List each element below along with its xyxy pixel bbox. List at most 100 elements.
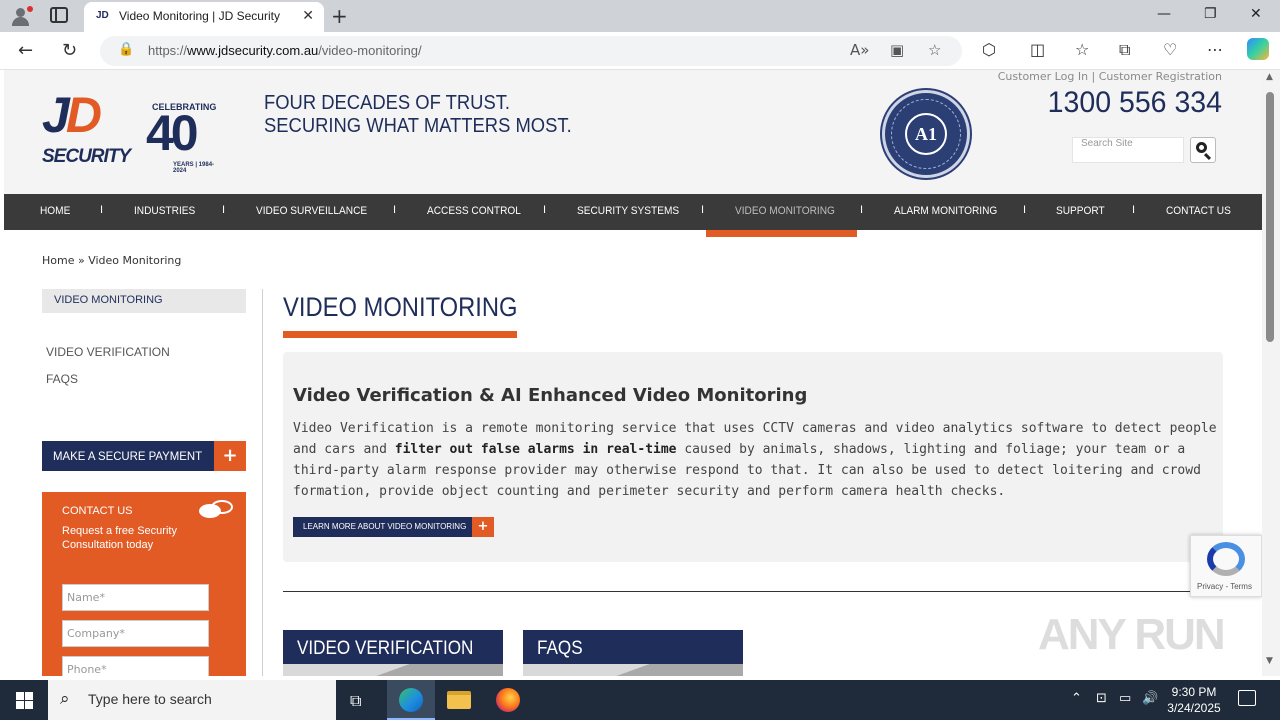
read-aloud-icon[interactable]: A»	[850, 41, 869, 59]
contact-subtitle: Request a free Security Consultation tod…	[62, 525, 177, 551]
card-title: Video Verification & AI Enhanced Video M…	[293, 385, 808, 406]
tray-volume-icon[interactable]: 🔊	[1142, 691, 1158, 706]
tagline: FOUR DECADES OF TRUST. SECURING WHAT MAT…	[264, 92, 572, 137]
browser-tab-bar: JD Video Monitoring | JD Security ✕ + — …	[0, 0, 1280, 32]
favorites-icon[interactable]: ☆	[1075, 40, 1089, 59]
nav-security-systems[interactable]: SECURITY SYSTEMS	[577, 205, 679, 217]
nav-separator: I	[701, 204, 705, 216]
contact-form: CONTACT US Request a free Security Consu…	[42, 492, 246, 676]
recaptcha-badge[interactable]: Privacy - Terms	[1190, 535, 1262, 597]
jd-security-logo[interactable]: JD CELEBRATING 40 SECURITY YEARS | 1984-…	[42, 86, 222, 174]
secure-payment-button[interactable]: MAKE A SECURE PAYMENT +	[42, 441, 246, 471]
nav-support[interactable]: SUPPORT	[1056, 205, 1105, 217]
learn-more-label: LEARN MORE ABOUT VIDEO MONITORING	[303, 522, 467, 531]
company-field[interactable]: Company*	[62, 620, 209, 647]
notifications-icon[interactable]	[1238, 690, 1256, 706]
nav-contact-us[interactable]: CONTACT US	[1166, 205, 1231, 217]
split-screen-icon[interactable]: ◫	[1030, 40, 1045, 59]
back-icon[interactable]: ←	[18, 40, 33, 61]
url-text[interactable]: https://www.jdsecurity.com.au/video-moni…	[148, 43, 422, 58]
taskbar-clock[interactable]: 9:30 PM 3/24/2025	[1158, 684, 1230, 716]
collections-icon[interactable]: ⧉	[1119, 40, 1130, 60]
nav-separator: I	[1023, 204, 1027, 216]
search-input[interactable]: Search Site	[1072, 137, 1184, 163]
task-view-button[interactable]: ⧉	[336, 680, 384, 720]
content-divider	[283, 591, 1223, 592]
immersive-reader-icon[interactable]: ▣	[890, 41, 904, 59]
customer-links[interactable]: Customer Log In | Customer Registration	[904, 70, 1222, 83]
address-toolbar: ← ↻ 🔒 https://www.jdsecurity.com.au/vide…	[0, 32, 1280, 70]
nav-separator: I	[1132, 204, 1136, 216]
nav-video-monitoring[interactable]: VIDEO MONITORING	[735, 205, 835, 217]
page-title: VIDEO MONITORING	[283, 292, 518, 322]
browser-essentials-icon[interactable]: ♡	[1163, 40, 1177, 59]
profile-icon[interactable]	[10, 6, 33, 26]
edge-icon	[399, 688, 423, 712]
nav-access-control[interactable]: ACCESS CONTROL	[427, 205, 521, 217]
nav-industries[interactable]: INDUSTRIES	[134, 205, 195, 217]
address-bar[interactable]: 🔒 https://www.jdsecurity.com.au/video-mo…	[100, 36, 962, 66]
taskbar-search[interactable]: ⌕ Type here to search	[48, 680, 336, 720]
tab-video-monitoring[interactable]: JD Video Monitoring | JD Security ✕	[84, 2, 324, 32]
sidebar-title: VIDEO MONITORING	[42, 289, 246, 313]
search-icon	[1196, 142, 1207, 153]
scroll-up-icon[interactable]: ▲	[1266, 72, 1273, 82]
tile-image	[523, 664, 743, 676]
copilot-icon[interactable]	[1247, 38, 1269, 60]
restore-icon[interactable]: ❐	[1204, 6, 1217, 22]
nav-alarm-monitoring[interactable]: ALARM MONITORING	[894, 205, 997, 217]
tab-actions-icon[interactable]	[50, 7, 68, 23]
nav-separator: I	[543, 204, 547, 216]
firefox-icon	[496, 688, 520, 712]
name-field[interactable]: Name*	[62, 584, 209, 611]
sidebar-item-faqs[interactable]: FAQS	[46, 372, 78, 386]
scroll-down-icon[interactable]: ▼	[1266, 656, 1273, 666]
nav-home[interactable]: HOME	[40, 205, 70, 217]
more-menu-icon[interactable]: ⋯	[1207, 40, 1223, 59]
extensions-icon[interactable]: ⬡	[982, 40, 996, 59]
breadcrumb[interactable]: Home » Video Monitoring	[42, 254, 181, 267]
recaptcha-icon	[1207, 542, 1245, 576]
taskbar-edge[interactable]	[387, 680, 435, 720]
tile-image	[283, 664, 503, 676]
taskbar-firefox[interactable]	[484, 680, 532, 720]
close-tab-icon[interactable]: ✕	[302, 8, 314, 24]
learn-more-button[interactable]: LEARN MORE ABOUT VIDEO MONITORING +	[293, 517, 494, 537]
secure-payment-label: MAKE A SECURE PAYMENT	[53, 449, 203, 463]
tray-network-icon[interactable]: ⊡	[1096, 691, 1107, 706]
new-tab-icon[interactable]: +	[331, 4, 348, 28]
refresh-icon[interactable]: ↻	[62, 40, 77, 61]
tile-label: FAQS	[537, 638, 583, 659]
scroll-thumb[interactable]	[1266, 92, 1274, 342]
nav-separator: I	[222, 204, 226, 216]
page-scrollbar[interactable]: ▲ ▼	[1262, 70, 1280, 676]
search-button[interactable]	[1190, 137, 1216, 163]
favorite-star-icon[interactable]: ☆	[928, 41, 941, 59]
recaptcha-terms[interactable]: Privacy - Terms	[1197, 582, 1252, 591]
tray-wifi-icon[interactable]: ▭	[1119, 691, 1131, 706]
lock-icon[interactable]: 🔒	[118, 42, 134, 57]
minimize-icon[interactable]: —	[1157, 6, 1171, 22]
phone-number[interactable]: 1300 556 334	[996, 86, 1222, 120]
nav-separator: I	[100, 204, 104, 216]
nav-separator: I	[393, 204, 397, 216]
search-icon: ⌕	[60, 689, 70, 709]
nav-video-surveillance[interactable]: VIDEO SURVEILLANCE	[256, 205, 367, 217]
plus-icon: +	[214, 441, 246, 471]
tile-faqs[interactable]: FAQS	[523, 630, 743, 664]
main-nav: HOME I INDUSTRIES I VIDEO SURVEILLANCE I…	[4, 194, 1262, 230]
tile-video-verification[interactable]: VIDEO VERIFICATION	[283, 630, 503, 664]
a1-certified-badge: A1	[882, 90, 970, 178]
phone-field[interactable]: Phone*	[62, 656, 209, 676]
tray-chevron-icon[interactable]: ⌃	[1071, 691, 1082, 706]
contact-title: CONTACT US	[62, 505, 133, 517]
windows-start-icon[interactable]	[16, 692, 33, 709]
tile-label: VIDEO VERIFICATION	[297, 638, 474, 659]
taskbar-file-explorer[interactable]	[435, 680, 483, 720]
anyrun-watermark: ANY RUN	[1038, 610, 1226, 659]
title-underline	[283, 331, 517, 338]
taskbar-search-text: Type here to search	[88, 691, 212, 707]
sidebar-item-video-verification[interactable]: VIDEO VERIFICATION	[46, 345, 170, 359]
window-close-icon[interactable]: ✕	[1250, 6, 1262, 22]
web-page: JD CELEBRATING 40 SECURITY YEARS | 1984-…	[4, 70, 1262, 676]
